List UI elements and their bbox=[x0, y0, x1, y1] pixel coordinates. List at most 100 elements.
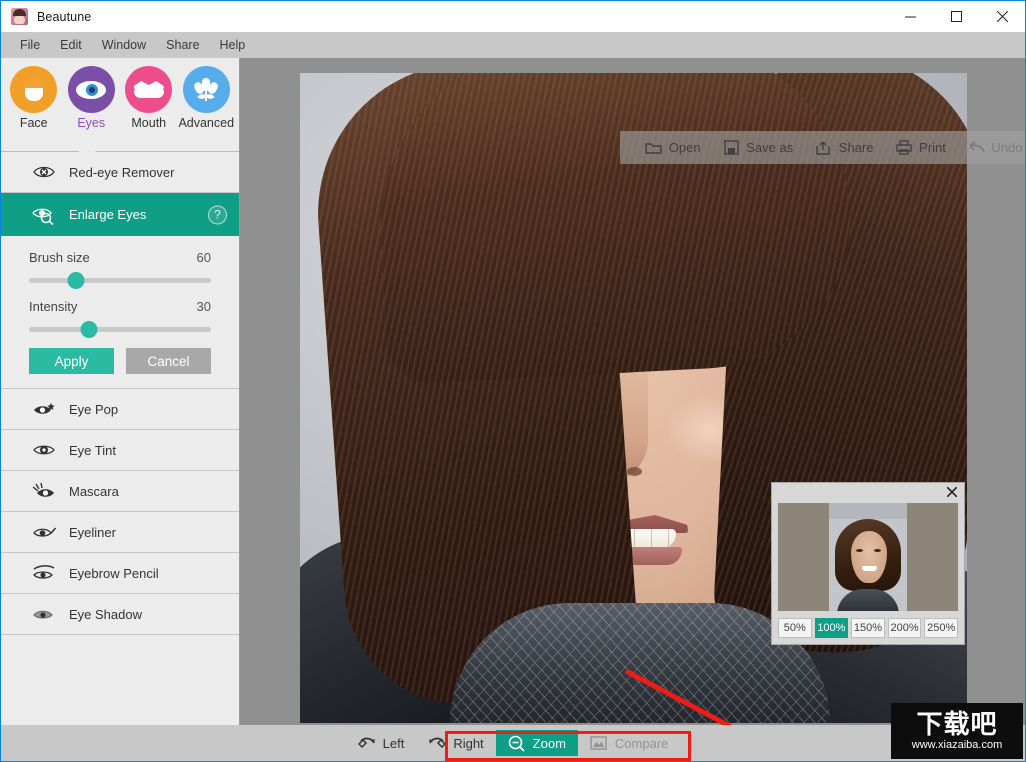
sidebar-label-mascara: Mascara bbox=[69, 483, 119, 499]
toolbar-undo-button: Undo bbox=[967, 139, 1022, 157]
sidebar-item-red-eye-remover[interactable]: Red-eye Remover bbox=[1, 152, 239, 193]
sidebar-label-eye-shadow: Eye Shadow bbox=[69, 606, 142, 622]
bottom-bar: Left Right Zoom Compare bbox=[1, 725, 1025, 761]
app-icon bbox=[11, 8, 28, 25]
toolbar-open-button[interactable]: Open bbox=[645, 139, 701, 157]
zoom-level-50[interactable]: 50% bbox=[778, 618, 812, 638]
tool-list: Red-eye Remover Enlarge Eyes ? Brush siz… bbox=[1, 152, 239, 725]
zoom-level-buttons: 50% 100% 150% 200% 250% bbox=[778, 618, 958, 638]
zoom-preview[interactable] bbox=[778, 503, 958, 611]
compare-icon bbox=[590, 734, 608, 752]
intensity-row: Intensity 30 bbox=[29, 299, 211, 314]
tool-action-buttons: Apply Cancel bbox=[29, 348, 211, 374]
image-canvas[interactable]: Open Save as Share Print Undo 50% 100% 1… bbox=[240, 58, 1025, 725]
toolbar-print-label: Print bbox=[919, 140, 946, 155]
category-label-mouth: Mouth bbox=[131, 116, 167, 130]
cancel-button[interactable]: Cancel bbox=[126, 348, 211, 374]
printer-icon bbox=[895, 139, 913, 157]
flower-icon bbox=[182, 66, 230, 113]
compare-button: Compare bbox=[578, 730, 680, 756]
sidebar-label-eyebrow-pencil: Eyebrow Pencil bbox=[69, 565, 159, 581]
sidebar-item-enlarge-eyes[interactable]: Enlarge Eyes ? bbox=[1, 193, 239, 236]
sidebar-item-mascara[interactable]: Mascara bbox=[1, 471, 239, 512]
help-icon[interactable]: ? bbox=[208, 205, 227, 224]
menu-item-file[interactable]: File bbox=[10, 36, 50, 55]
sidebar: Face Eyes Mouth Advanced Red-eye Remover… bbox=[1, 58, 240, 725]
eye-icon bbox=[67, 66, 115, 113]
intensity-label: Intensity bbox=[29, 299, 78, 314]
toolbar-save-as-label: Save as bbox=[746, 140, 794, 155]
brush-size-row: Brush size 60 bbox=[29, 250, 211, 265]
toolbar-print-button[interactable]: Print bbox=[895, 139, 946, 157]
image-toolbar: Open Save as Share Print Undo bbox=[620, 131, 1025, 164]
folder-open-icon bbox=[645, 139, 663, 157]
eyeliner-icon bbox=[31, 525, 57, 539]
menu-item-window[interactable]: Window bbox=[92, 36, 156, 55]
zoom-preview-thumbnail bbox=[829, 519, 907, 611]
close-button[interactable] bbox=[979, 1, 1025, 32]
category-tab-advanced[interactable]: Advanced bbox=[178, 66, 234, 130]
zoom-button[interactable]: Zoom bbox=[495, 730, 578, 756]
zoom-popup[interactable]: 50% 100% 150% 200% 250% bbox=[771, 482, 965, 645]
sidebar-item-eyeliner[interactable]: Eyeliner bbox=[1, 512, 239, 553]
minimize-button[interactable] bbox=[887, 1, 933, 32]
toolbar-save-as-button[interactable]: Save as bbox=[722, 139, 793, 157]
face-icon bbox=[10, 66, 58, 113]
sidebar-item-eyebrow-pencil[interactable]: Eyebrow Pencil bbox=[1, 553, 239, 594]
zoom-level-100[interactable]: 100% bbox=[814, 618, 849, 638]
menu-item-share[interactable]: Share bbox=[156, 36, 209, 55]
enlarge-eyes-icon bbox=[31, 205, 57, 225]
sidebar-label-eye-tint: Eye Tint bbox=[69, 442, 116, 458]
brush-size-thumb[interactable] bbox=[67, 272, 85, 289]
intensity-slider[interactable] bbox=[29, 320, 211, 338]
brush-size-label: Brush size bbox=[29, 250, 90, 265]
category-tab-mouth[interactable]: Mouth bbox=[121, 66, 177, 130]
undo-icon bbox=[967, 139, 985, 157]
maximize-button[interactable] bbox=[933, 1, 979, 32]
category-tabs: Face Eyes Mouth Advanced bbox=[1, 58, 239, 152]
sidebar-label-red-eye-remover: Red-eye Remover bbox=[69, 164, 175, 180]
zoom-level-150[interactable]: 150% bbox=[851, 618, 885, 638]
apply-button[interactable]: Apply bbox=[29, 348, 114, 374]
mouth-icon bbox=[125, 66, 173, 113]
watermark: 下载吧 www.xiazaiba.com bbox=[891, 703, 1023, 759]
brush-size-value: 60 bbox=[196, 250, 211, 265]
category-tab-eyes[interactable]: Eyes bbox=[63, 66, 119, 130]
sidebar-item-eye-tint[interactable]: Eye Tint bbox=[1, 430, 239, 471]
brush-size-slider[interactable] bbox=[29, 271, 211, 289]
eyebrow-pencil-icon bbox=[31, 565, 57, 581]
zoom-popup-close-icon[interactable] bbox=[945, 485, 959, 499]
intensity-value: 30 bbox=[196, 299, 211, 314]
toolbar-open-label: Open bbox=[668, 140, 701, 155]
zoom-label: Zoom bbox=[532, 735, 566, 751]
watermark-url: www.xiazaiba.com bbox=[911, 739, 1003, 751]
menu-item-help[interactable]: Help bbox=[210, 36, 256, 55]
toolbar-share-label: Share bbox=[838, 140, 874, 155]
application-window: Beautune File Edit Window Share Help Fac… bbox=[0, 0, 1026, 762]
tool-options-panel: Brush size 60 Intensity 30 Apply Cancel bbox=[1, 236, 239, 389]
share-icon bbox=[815, 139, 833, 157]
compare-label: Compare bbox=[614, 735, 669, 751]
menu-item-edit[interactable]: Edit bbox=[50, 36, 92, 55]
rotate-right-label: Right bbox=[453, 735, 484, 751]
eye-shadow-icon bbox=[31, 607, 57, 621]
intensity-thumb[interactable] bbox=[80, 321, 98, 338]
sidebar-label-eyeliner: Eyeliner bbox=[69, 524, 116, 540]
sidebar-item-eye-shadow[interactable]: Eye Shadow bbox=[1, 594, 239, 635]
eye-tint-icon bbox=[31, 443, 57, 457]
intensity-track bbox=[29, 327, 211, 332]
toolbar-share-button[interactable]: Share bbox=[815, 139, 874, 157]
transform-controls: Left Right Zoom bbox=[346, 730, 578, 756]
rotate-right-icon bbox=[428, 734, 447, 752]
zoom-preview-frame bbox=[829, 503, 907, 611]
menu-bar: File Edit Window Share Help bbox=[1, 32, 1025, 58]
category-tab-face[interactable]: Face bbox=[6, 66, 62, 130]
category-label-advanced: Advanced bbox=[178, 116, 235, 130]
rotate-left-button[interactable]: Left bbox=[346, 730, 417, 756]
sidebar-label-enlarge-eyes: Enlarge Eyes bbox=[69, 207, 147, 222]
zoom-level-250[interactable]: 250% bbox=[924, 618, 958, 638]
rotate-right-button[interactable]: Right bbox=[416, 730, 495, 756]
sidebar-item-eye-pop[interactable]: Eye Pop bbox=[1, 389, 239, 430]
zoom-level-200[interactable]: 200% bbox=[887, 618, 922, 638]
brush-size-track bbox=[29, 278, 211, 283]
